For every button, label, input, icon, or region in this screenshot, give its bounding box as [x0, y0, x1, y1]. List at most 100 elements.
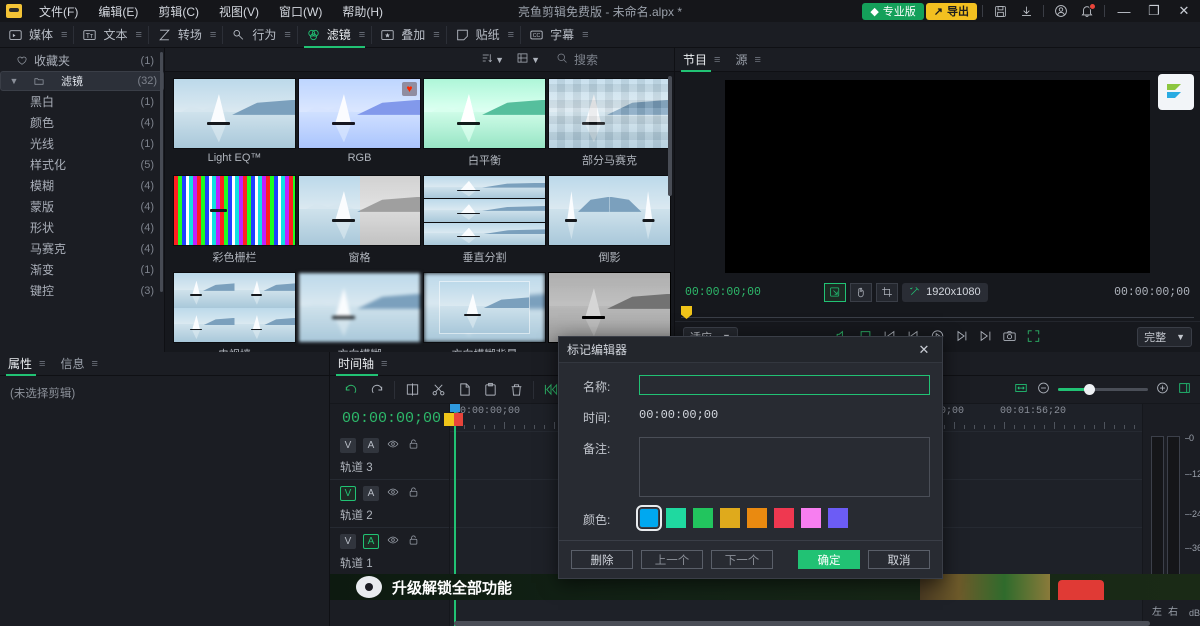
tab-transition[interactable]: 转场 ≡ [149, 22, 222, 48]
filter-item[interactable]: 电视墙 [173, 272, 296, 352]
name-input[interactable] [639, 375, 930, 395]
tab-properties[interactable]: 属性 ≡ [0, 352, 52, 376]
filter-thumbnail[interactable] [548, 175, 671, 246]
tab-text[interactable]: Tт 文本 ≡ [74, 22, 147, 48]
split-icon[interactable] [399, 378, 425, 402]
color-swatch-green[interactable] [693, 508, 713, 528]
tab-transition-menu-icon[interactable]: ≡ [210, 29, 215, 41]
color-swatch-teal[interactable] [666, 508, 686, 528]
pro-version-button[interactable]: ◆ 专业版 [862, 3, 923, 20]
sidebar-item-keying[interactable]: 键控 (3) [0, 280, 164, 301]
export-button[interactable]: ↗ 导出 [926, 3, 977, 20]
chevron-down-icon[interactable]: ▼ [7, 76, 21, 86]
save-icon[interactable] [988, 1, 1012, 21]
filter-thumbnail[interactable] [298, 272, 421, 343]
close-icon[interactable]: ✕ [914, 340, 934, 360]
tab-source[interactable]: 源 ≡ [727, 48, 767, 72]
timeline-marker[interactable] [444, 413, 464, 426]
track-video-toggle[interactable]: V [340, 438, 356, 453]
prev-button[interactable]: 上一个 [641, 550, 703, 569]
promo-cta-button[interactable] [1058, 580, 1104, 600]
crop-tool-icon[interactable] [876, 283, 898, 302]
color-swatch-purple[interactable] [828, 508, 848, 528]
notification-icon[interactable] [1075, 1, 1099, 21]
filter-item[interactable]: 窗格 [298, 175, 421, 270]
lock-icon[interactable] [407, 534, 420, 549]
filter-item[interactable]: 部分马赛克 [548, 78, 671, 173]
copy-icon[interactable] [451, 378, 477, 402]
tab-behavior[interactable]: 行为 ≡ [223, 22, 296, 48]
tab-sticker[interactable]: 贴纸 ≡ [447, 22, 520, 48]
filter-thumbnail[interactable] [173, 78, 296, 149]
filter-item[interactable]: 彩色栅栏 [173, 175, 296, 270]
track-header-2[interactable]: V A 轨道 2 [330, 480, 449, 528]
filter-thumbnail[interactable] [298, 175, 421, 246]
color-swatch-red[interactable] [774, 508, 794, 528]
sidebar-item-color[interactable]: 颜色 (4) [0, 112, 164, 133]
delete-icon[interactable] [503, 378, 529, 402]
filter-thumbnail[interactable] [548, 78, 671, 149]
step-forward-icon[interactable] [954, 329, 969, 346]
filter-item[interactable]: 方向模糊 [298, 272, 421, 352]
track-video-toggle[interactable]: V [340, 534, 356, 549]
lock-icon[interactable] [407, 486, 420, 501]
search-box[interactable]: 搜索 [546, 51, 666, 68]
track-audio-toggle[interactable]: A [363, 438, 379, 453]
tab-program-menu-icon[interactable]: ≡ [714, 54, 719, 66]
resolution-button[interactable]: 1920x1080 [902, 283, 987, 302]
tab-properties-menu-icon[interactable]: ≡ [39, 358, 44, 370]
sidebar-item-favorites[interactable]: 收藏夹 (1) [0, 50, 164, 71]
snip-tool-icon[interactable] [1158, 74, 1194, 110]
preview-scrubber[interactable] [675, 304, 1200, 322]
zoom-slider[interactable] [1058, 388, 1148, 391]
snapshot-icon[interactable] [1002, 329, 1017, 346]
tab-timeline[interactable]: 时间轴 ≡ [330, 352, 394, 376]
eye-icon[interactable] [386, 534, 400, 549]
filter-thumbnail[interactable]: ♥ [298, 78, 421, 149]
eye-icon[interactable] [386, 486, 400, 501]
tab-overlay[interactable]: 叠加 ≡ [372, 22, 445, 48]
browser-scrollbar[interactable] [668, 76, 672, 196]
filter-item[interactable]: ♥ RGB [298, 78, 421, 173]
tab-media[interactable]: 媒体 ≡ [0, 22, 73, 48]
tab-media-menu-icon[interactable]: ≡ [61, 29, 66, 41]
fit-width-icon[interactable] [1013, 381, 1029, 398]
pointer-tool-icon[interactable] [824, 283, 846, 302]
quality-mode-select[interactable]: 完整 ▼ [1137, 327, 1192, 347]
track-audio-toggle[interactable]: A [363, 534, 379, 549]
view-mode-button[interactable]: ▼ [510, 48, 546, 72]
ok-button[interactable]: 确定 [798, 550, 860, 569]
filter-item[interactable]: 垂直分割 [423, 175, 546, 270]
tab-timeline-menu-icon[interactable]: ≡ [381, 358, 386, 370]
menu-item-window[interactable]: 窗口(W) [270, 0, 331, 23]
account-icon[interactable] [1049, 1, 1073, 21]
sidebar-item-blur[interactable]: 模糊 (4) [0, 175, 164, 196]
sidebar-item-shape[interactable]: 形状 (4) [0, 217, 164, 238]
note-textarea[interactable] [639, 437, 930, 497]
zoom-in-icon[interactable] [1155, 381, 1170, 398]
filter-item[interactable]: 白平衡 [423, 78, 546, 173]
cancel-button[interactable]: 取消 [868, 550, 930, 569]
tab-overlay-menu-icon[interactable]: ≡ [433, 29, 438, 41]
filter-thumbnail[interactable] [173, 272, 296, 343]
tab-filter-menu-icon[interactable]: ≡ [359, 29, 364, 41]
sidebar-item-light[interactable]: 光线 (1) [0, 133, 164, 154]
tab-info-menu-icon[interactable]: ≡ [91, 358, 96, 370]
tab-sticker-menu-icon[interactable]: ≡ [508, 29, 513, 41]
tab-text-menu-icon[interactable]: ≡ [135, 29, 140, 41]
search-input[interactable]: 搜索 [574, 51, 598, 68]
filter-thumbnail[interactable] [423, 175, 546, 246]
lock-icon[interactable] [407, 438, 420, 453]
eye-icon[interactable] [386, 438, 400, 453]
cut-icon[interactable] [425, 378, 451, 402]
filter-item[interactable]: 方向模糊背景 [423, 272, 546, 352]
close-button[interactable]: ✕ [1170, 0, 1198, 22]
timeline-horizontal-scrollbar[interactable] [454, 621, 1150, 626]
zoom-out-icon[interactable] [1036, 381, 1051, 398]
tab-source-menu-icon[interactable]: ≡ [754, 54, 759, 66]
sidebar-item-gradient[interactable]: 渐变 (1) [0, 259, 164, 280]
color-swatch-blue[interactable] [639, 508, 659, 528]
delete-button[interactable]: 删除 [571, 550, 633, 569]
playhead-handle[interactable] [450, 404, 460, 412]
minimize-button[interactable]: — [1110, 0, 1138, 22]
